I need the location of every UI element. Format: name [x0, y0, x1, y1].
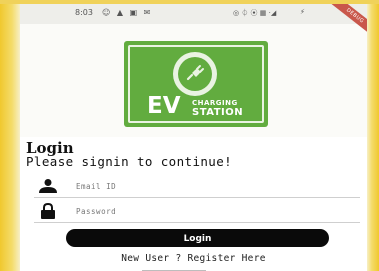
background-frame-right [367, 0, 379, 271]
login-subtitle: Please signin to continue! [26, 154, 233, 169]
logo-charging-text: CHARGING [192, 99, 238, 107]
logo-circle-inner [178, 57, 212, 91]
logo-ev-text: EV [147, 93, 181, 119]
plug-icon [186, 65, 204, 81]
password-input[interactable] [76, 203, 346, 219]
signal-icons: ◎ ⏀ ⦿ ▦ ·◢ [233, 9, 277, 17]
status-time: 8:03 [75, 8, 93, 17]
background-frame-left [0, 0, 20, 271]
battery-icon: ⚡ [300, 8, 305, 16]
login-button[interactable]: Login [66, 229, 329, 247]
notification-icons: ☺ ▲ ▣ ✉ [102, 8, 153, 17]
logo-circle [173, 52, 217, 96]
register-link[interactable]: New User ? Register Here [20, 253, 367, 264]
logo-station-text: STATION [192, 107, 244, 118]
user-icon [39, 179, 57, 193]
status-bar: 8:03 ☺ ▲ ▣ ✉ ◎ ⏀ ⦿ ▦ ·◢ ⚡ [20, 4, 367, 24]
lock-icon [41, 203, 55, 219]
ev-charging-logo: EV CHARGING STATION [124, 41, 268, 127]
email-field[interactable] [34, 175, 360, 198]
password-field[interactable] [34, 200, 360, 223]
login-card: Login Please signin to continue! Login N… [20, 137, 367, 271]
email-input[interactable] [76, 178, 346, 194]
phone-screen: 8:03 ☺ ▲ ▣ ✉ ◎ ⏀ ⦿ ▦ ·◢ ⚡ DEBUG EV CHARG… [20, 4, 367, 271]
